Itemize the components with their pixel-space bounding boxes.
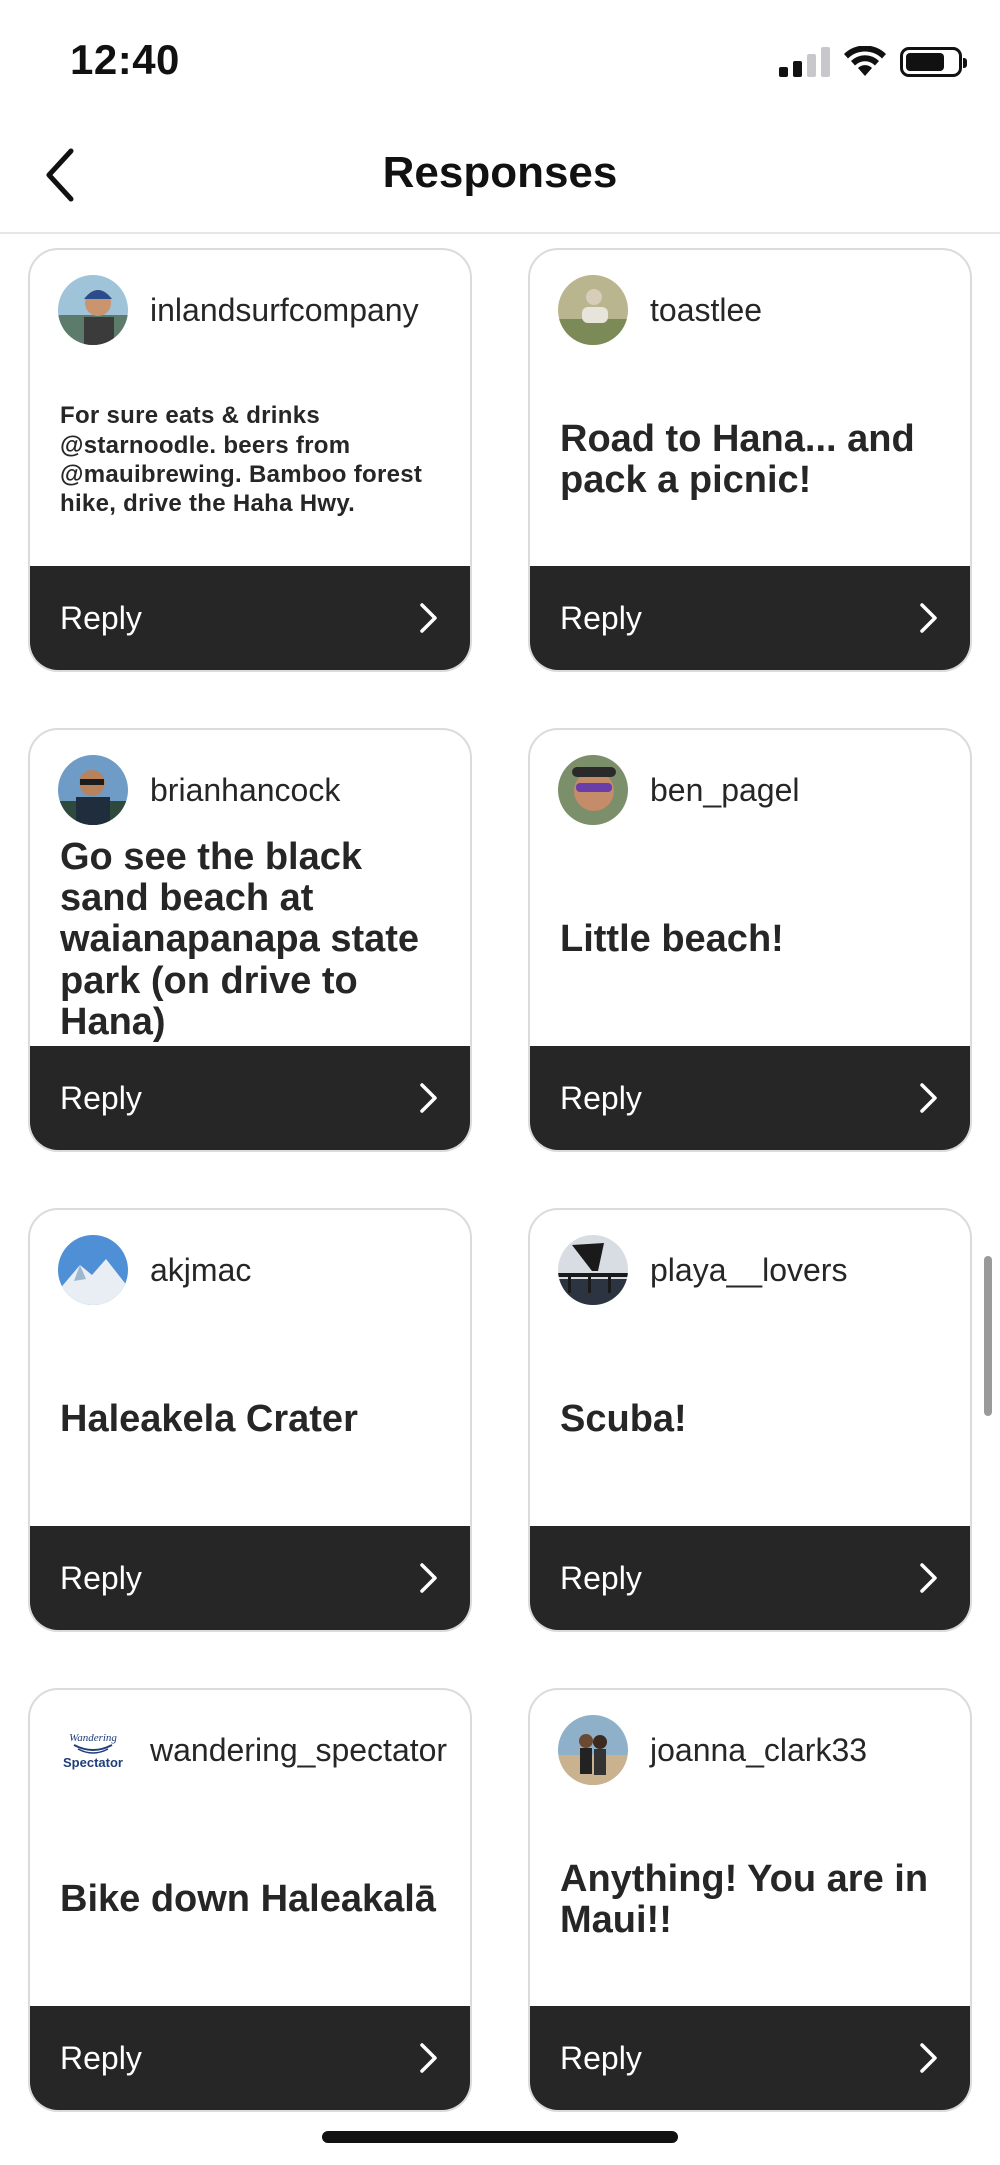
card-body: Anything! You are in Maui!! [560,1800,944,2000]
cellular-signal-icon [779,47,830,77]
card-body: Bike down Haleakalā [60,1800,444,2000]
response-text: Go see the black sand beach at waianapan… [60,836,420,1043]
response-card: joanna_clark33 Anything! You are in Maui… [528,1688,972,2112]
card-header: brianhancock [58,754,340,826]
card-body: For sure eats & drinks @starnoodle. beer… [60,360,444,560]
response-text: For sure eats & drinks @starnoodle. beer… [60,402,423,518]
responses-grid: inlandsurfcompany For sure eats & drinks… [28,248,973,2112]
reply-button[interactable]: Reply [530,1046,970,1150]
card-header: toastlee [558,274,762,346]
chevron-right-icon [418,1081,440,1115]
avatar[interactable] [58,275,128,345]
reply-button[interactable]: Reply [530,1526,970,1630]
chevron-right-icon [918,2041,940,2075]
wandering-spectator-logo: Wandering Spectator [63,1732,123,1770]
nav-bar: Responses [0,120,1000,234]
reply-button[interactable]: Reply [30,1526,470,1630]
reply-label: Reply [560,1079,642,1116]
response-card: ben_pagel Little beach! Reply [528,728,972,1152]
chevron-right-icon [418,2041,440,2075]
response-text: Bike down Haleakalā [60,1878,436,1921]
response-card: Wandering Spectator wandering_spectator … [28,1688,472,2112]
reply-button[interactable]: Reply [530,2006,970,2110]
chevron-right-icon [418,601,440,635]
card-header: inlandsurfcompany [58,274,419,346]
username[interactable]: joanna_clark33 [650,1732,867,1769]
reply-label: Reply [560,2039,642,2076]
username[interactable]: akjmac [150,1252,251,1289]
avatar[interactable] [558,1715,628,1785]
reply-label: Reply [60,1079,142,1116]
reply-label: Reply [560,1559,642,1596]
chevron-right-icon [918,1081,940,1115]
response-card: playa__lovers Scuba! Reply [528,1208,972,1632]
response-text: Scuba! [560,1398,687,1441]
card-header: playa__lovers [558,1234,847,1306]
page-title: Responses [382,148,618,197]
reply-button[interactable]: Reply [30,1046,470,1150]
username[interactable]: brianhancock [150,772,340,809]
reply-button[interactable]: Reply [30,566,470,670]
avatar[interactable] [58,755,128,825]
response-card: akjmac Haleakela Crater Reply [28,1208,472,1632]
chevron-right-icon [918,601,940,635]
response-card: toastlee Road to Hana... and pack a picn… [528,248,972,672]
response-card: brianhancock Go see the black sand beach… [28,728,472,1152]
avatar[interactable] [558,755,628,825]
card-header: ben_pagel [558,754,799,826]
scrollbar[interactable] [984,1256,992,1416]
response-text: Road to Hana... and pack a picnic! [560,417,915,501]
response-text: Anything! You are in Maui!! [560,1857,929,1941]
avatar[interactable] [558,275,628,345]
card-body: Haleakela Crater [60,1320,444,1520]
username[interactable]: inlandsurfcompany [150,292,419,329]
username[interactable]: ben_pagel [650,772,799,809]
card-body: Road to Hana... and pack a picnic! [560,360,944,560]
wifi-icon [844,46,886,76]
reply-label: Reply [560,599,642,636]
home-indicator[interactable] [322,2131,678,2143]
response-text: Little beach! [560,918,784,961]
avatar[interactable] [58,1235,128,1305]
username[interactable]: toastlee [650,292,762,329]
svg-text:Spectator: Spectator [63,1755,123,1770]
status-icons [779,42,967,82]
chevron-right-icon [918,1561,940,1595]
reply-label: Reply [60,1559,142,1596]
card-body: Go see the black sand beach at waianapan… [60,836,444,1043]
card-body: Scuba! [560,1320,944,1520]
avatar[interactable] [558,1235,628,1305]
svg-text:Wandering: Wandering [69,1732,117,1744]
status-bar: 12:40 [0,0,1000,120]
reply-button[interactable]: Reply [30,2006,470,2110]
card-body: Little beach! [560,840,944,1040]
response-text: Haleakela Crater [60,1398,358,1441]
response-card: inlandsurfcompany For sure eats & drinks… [28,248,472,672]
avatar[interactable]: Wandering Spectator [58,1715,128,1785]
reply-button[interactable]: Reply [530,566,970,670]
username[interactable]: playa__lovers [650,1252,847,1289]
card-header: akjmac [58,1234,251,1306]
chevron-right-icon [418,1561,440,1595]
reply-label: Reply [60,599,142,636]
username[interactable]: wandering_spectator [150,1732,447,1769]
card-header: Wandering Spectator wandering_spectator [58,1714,447,1786]
card-header: joanna_clark33 [558,1714,867,1786]
battery-icon [900,47,967,77]
status-time: 12:40 [70,36,180,83]
reply-label: Reply [60,2039,142,2076]
